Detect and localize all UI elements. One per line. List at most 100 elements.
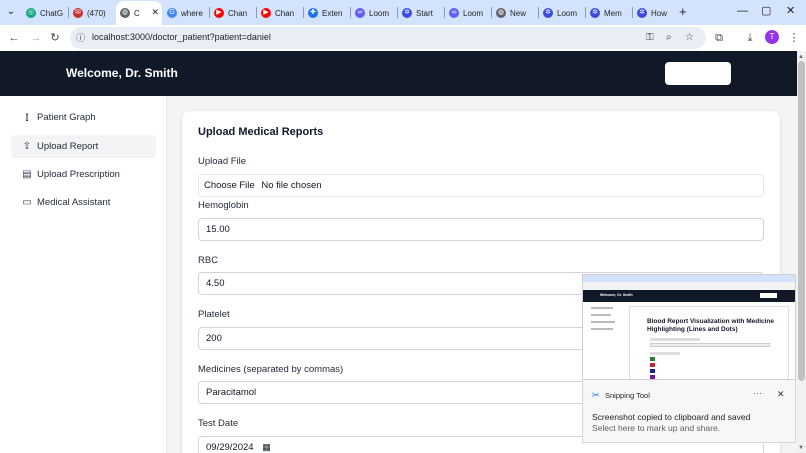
platelet-label: Platelet [198,309,230,320]
rbc-label: RBC [198,255,219,266]
youtube-icon: ▶ [214,8,224,18]
google-icon: G [167,8,177,18]
zoom-icon[interactable]: ⌕ [666,31,672,45]
tab-4[interactable]: ▶ Chan [210,2,256,24]
site-info-icon[interactable]: ⓘ [76,32,85,44]
tab-label: ChatG [40,8,64,18]
profile-avatar[interactable]: T [765,30,779,44]
thumbnail-text-line [650,338,700,341]
test-date-value: 09/29/2024 [206,442,254,453]
sidebar-item-label: Upload Prescription [37,169,120,180]
tab-0[interactable]: ◎ ChatG [22,2,68,24]
header-action-button[interactable] [665,62,731,85]
globe-icon: ◍ [120,8,130,18]
browser-tab-strip: ⌄ ◎ ChatG ✉ (470) ◍ C ✕ Gwhere ▶ Chan ▶ Chan ✚ Exten ∞… [0,0,806,25]
back-icon[interactable]: ← [7,30,21,46]
sidebar-item-medical-assistant[interactable]: ▭ Medical Assistant [11,191,156,214]
sidebar-item-patient-graph[interactable]: ⫾ Patient Graph [11,106,156,129]
tab-label: Chan [228,8,248,18]
scissors-icon: ✂ [592,390,600,400]
tab-label: Loom [557,8,578,18]
choose-file-button[interactable]: Choose File [204,180,255,191]
chatgpt-icon: ◎ [26,8,36,18]
notification-app-name: Snipping Tool [605,391,650,400]
thumbnail-sidebar-line [591,321,615,323]
page-title: Upload Medical Reports [198,126,324,138]
browser-menu-icon[interactable]: ⋮ [787,30,801,46]
notification-sub-message: Select here to mark up and share. [592,423,721,433]
tab-label: (470) [87,8,106,18]
extensions-icon[interactable]: ⧉ [712,30,726,46]
thumbnail-legend-swatch [650,369,655,373]
tab-13[interactable]: ✲ How [633,2,679,24]
loom-icon: ∞ [449,8,459,18]
medicines-label: Medicines (separated by commas) [198,364,344,375]
upload-file-label: Upload File [198,156,247,167]
sidebar-item-label: Upload Report [37,141,99,152]
tab-label: Loom [369,8,390,18]
file-input[interactable]: Choose File No file chosen [198,174,764,197]
tab-8[interactable]: ✲ Start [398,2,444,24]
thumbnail-text-line [650,352,680,355]
thumbnail-sidebar-line [591,328,613,330]
tab-11[interactable]: ✲ Loom [539,2,585,24]
browser-toolbar: ← → ↻ ⓘ localhost:3000/doctor_patient?pa… [0,25,806,51]
youtube-icon: ▶ [261,8,271,18]
new-tab-button[interactable]: + [679,5,687,19]
tab-2[interactable]: ◍ C ✕ [116,1,162,25]
thumbnail-select [650,343,770,347]
tab-search-icon[interactable]: ⌄ [3,4,19,20]
tab-close-icon[interactable]: ✕ [151,7,159,17]
scroll-down-icon[interactable]: ▼ [798,444,804,452]
snip-thumbnail[interactable]: Welcome, Dr. Smith Blood Report Visualiz… [582,274,796,380]
tab-12[interactable]: ✲ Mem [586,2,632,24]
close-window-icon[interactable]: ✕ [786,4,795,18]
thumbnail-sidebar-line [591,314,611,316]
sidebar-item-upload-prescription[interactable]: ▤ Upload Prescription [11,163,156,186]
scroll-up-icon[interactable]: ▲ [798,53,804,61]
tab-label: Exten [322,8,343,18]
thumbnail-legend-swatch [650,363,655,367]
tab-1[interactable]: ✉ (470) [69,2,115,24]
address-bar[interactable]: ⓘ localhost:3000/doctor_patient?patient=… [70,27,706,49]
tab-7[interactable]: ∞ Loom [351,2,397,24]
tab-9[interactable]: ∞ Loom [445,2,491,24]
bookmark-star-icon[interactable]: ☆ [685,31,694,45]
tab-6[interactable]: ✚ Exten [304,2,350,24]
app-header: Welcome, Dr. Smith [0,51,797,96]
forward-icon[interactable]: → [29,30,43,46]
file-status-text: No file chosen [261,180,322,191]
url-text[interactable]: localhost:3000/doctor_patient?patient=da… [92,32,271,42]
settings-icon: ✲ [402,8,412,18]
puzzle-icon: ✚ [308,8,318,18]
password-key-icon[interactable]: ⚿ [646,31,654,45]
thumbnail-welcome: Welcome, Dr. Smith [600,293,633,297]
tab-10[interactable]: ◍ New [492,2,538,24]
sidebar-item-upload-report[interactable]: ⇪ Upload Report [11,135,156,158]
close-icon[interactable]: ✕ [777,389,785,399]
document-icon: ▤ [22,169,32,180]
thumbnail-legend-swatch [650,375,655,379]
download-icon[interactable]: ⤓ [743,30,757,46]
more-options-icon[interactable]: ··· [753,388,762,398]
tab-label: where [181,8,203,18]
calendar-icon[interactable]: ▦ [262,442,271,452]
sidebar-item-label: Medical Assistant [37,197,111,208]
reload-icon[interactable]: ↻ [48,30,62,46]
scrollbar-thumb[interactable] [798,61,805,381]
globe-icon: ◍ [496,8,506,18]
tab-3[interactable]: Gwhere [163,2,209,24]
tab-label: How [651,8,668,18]
maximize-icon[interactable]: ▢ [761,4,771,18]
minimize-icon[interactable]: — [737,4,748,18]
tab-5[interactable]: ▶ Chan [257,2,303,24]
notification-message: Screenshot copied to clipboard and saved [592,412,751,422]
hemoglobin-input[interactable]: 15.00 [198,218,764,241]
settings-icon: ✲ [637,8,647,18]
snipping-tool-notification[interactable]: ✂ Snipping Tool ··· ✕ Screenshot copied … [582,380,796,443]
thumbnail-header-button [760,293,777,298]
page-scrollbar[interactable]: ▲ ▼ [797,51,806,453]
tab-label: Chan [275,8,295,18]
thumbnail-title: Blood Report Visualization with Medicine… [647,318,775,333]
tab-label: New [510,8,527,18]
